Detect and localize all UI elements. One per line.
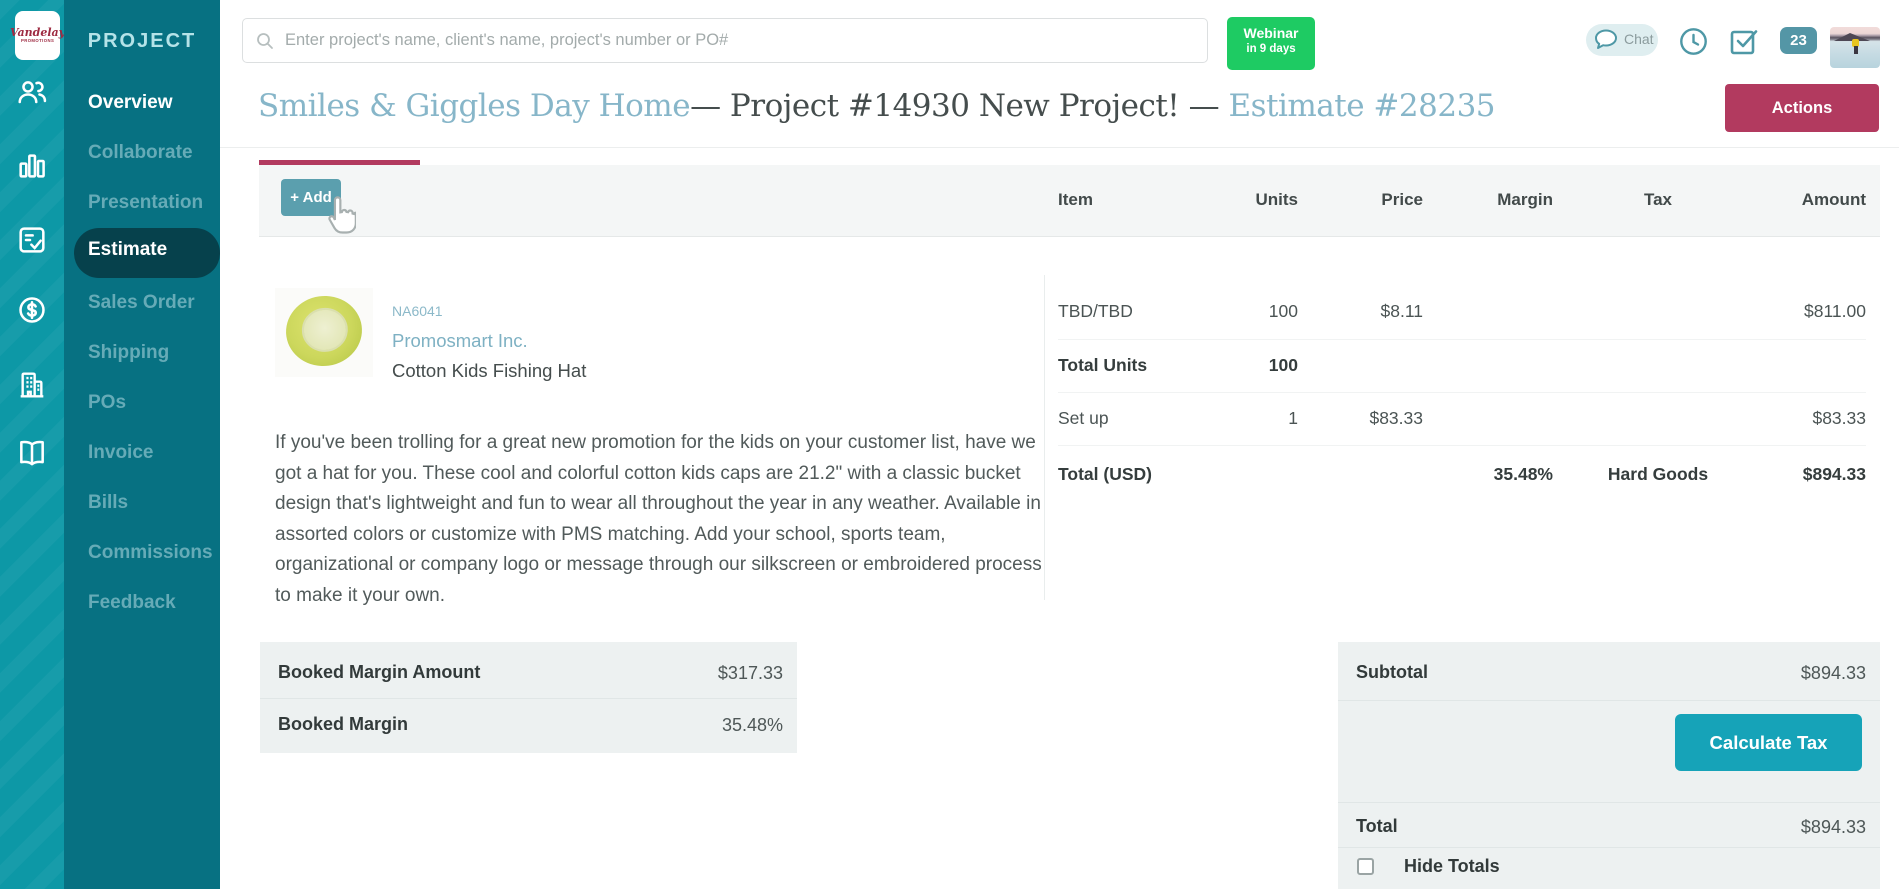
sidebar-item-commissions[interactable]: Commissions [88,538,218,568]
subtotal-value: $894.33 [1801,663,1866,684]
company-icon[interactable] [16,369,48,401]
product-hat-image [281,291,366,371]
li-amount: $811.00 [1748,301,1866,322]
li-units: 100 [1198,301,1298,322]
li-units: 100 [1198,355,1298,376]
col-header-margin: Margin [1431,190,1553,214]
header-divider [220,147,1899,148]
product-description[interactable]: If you've been trolling for a great new … [275,428,1060,611]
sidebar-item-estimate[interactable]: Estimate [74,228,220,278]
sidebar-item-overview[interactable]: Overview [88,88,218,118]
li-units: 1 [1198,408,1298,429]
calculate-tax-button[interactable]: Calculate Tax [1675,714,1862,771]
hide-totals-checkbox[interactable] [1357,858,1374,875]
dollar-icon[interactable] [16,294,48,326]
booked-margin-panel: Booked Margin Amount $317.33 Booked Marg… [260,642,797,753]
col-header-tax: Tax [1573,190,1743,214]
page-title: Smiles & Giggles Day Home— Project #1493… [258,88,1658,124]
sidebar-header: PROJECT [64,30,220,53]
line-item-row[interactable]: TBD/TBD 100 $8.11 $811.00 [1058,284,1866,340]
project-search [242,18,1208,63]
webinar-badge[interactable]: Webinar in 9 days [1227,17,1315,70]
li-amount: $894.33 [1748,464,1866,485]
panel-divider [260,698,797,699]
booked-margin-label: Booked Margin [278,714,408,735]
booked-margin-amount-value: $317.33 [718,663,783,684]
catalog-icon[interactable] [16,437,48,469]
panel-divider [1338,802,1880,803]
product-sku-link[interactable]: NA6041 [392,303,443,319]
totals-panel: Subtotal $894.33 Calculate Tax Total $89… [1338,642,1880,889]
vandelay-logo[interactable]: Vandelay PROMOTIONS [15,11,60,60]
total-value: $894.33 [1801,817,1866,838]
order-check-icon[interactable] [16,224,48,256]
panel-divider [1338,700,1880,701]
search-input[interactable] [285,20,1195,61]
chat-label: Chat [1624,31,1654,47]
avatar-person-legs [1854,46,1858,54]
product-name[interactable]: Cotton Kids Fishing Hat [392,360,586,382]
li-price: $8.11 [1313,301,1423,322]
webinar-line2: in 9 days [1227,42,1315,57]
column-divider [1044,275,1045,600]
col-header-price: Price [1313,190,1423,214]
sidebar-item-bills[interactable]: Bills [88,488,218,518]
app-icon-rail: Vandelay PROMOTIONS [0,0,64,889]
logo-name: Vandelay [10,27,65,38]
sidebar-item-invoice[interactable]: Invoice [88,438,218,468]
estimate-number-link[interactable]: Estimate #28235 [1228,88,1495,124]
tasks-icon[interactable] [1730,28,1758,55]
project-title-text: — Project #14930 New Project! — [690,88,1228,124]
users-icon[interactable] [16,76,48,108]
sidebar-item-collaborate[interactable]: Collaborate [88,138,218,168]
total-usd-row: Total (USD) 35.48% Hard Goods $894.33 [1058,446,1866,502]
chat-button[interactable]: Chat [1586,24,1658,56]
li-amount: $83.33 [1748,408,1866,429]
sidebar-item-sales-order[interactable]: Sales Order [88,288,218,318]
booked-margin-amount-label: Booked Margin Amount [278,662,480,683]
total-label: Total [1356,816,1398,837]
webinar-line1: Webinar [1227,25,1315,42]
product-supplier-link[interactable]: Promosmart Inc. [392,330,528,352]
li-tax: Hard Goods [1573,464,1743,485]
clock-icon[interactable] [1679,27,1708,56]
subtotal-label: Subtotal [1356,662,1428,683]
user-avatar[interactable] [1830,27,1880,68]
actions-button[interactable]: Actions [1725,84,1879,132]
project-sidebar: PROJECT Overview Collaborate Presentatio… [64,0,220,889]
sidebar-item-estimate-label: Estimate [88,239,167,261]
sidebar-item-pos[interactable]: POs [88,388,218,418]
li-price: $83.33 [1313,408,1423,429]
total-units-row: Total Units 100 [1058,340,1866,393]
notification-count-badge[interactable]: 23 [1780,27,1817,54]
li-item: Total (USD) [1058,464,1278,485]
col-header-amount: Amount [1748,190,1866,214]
sidebar-item-presentation[interactable]: Presentation [88,188,218,218]
add-item-button[interactable]: + Add [281,179,341,216]
panel-divider [1338,847,1880,848]
client-name-link[interactable]: Smiles & Giggles Day Home [258,88,690,124]
bar-chart-icon[interactable] [16,149,48,181]
sidebar-item-shipping[interactable]: Shipping [88,338,218,368]
setup-charge-row[interactable]: Set up 1 $83.33 $83.33 [1058,393,1866,446]
col-header-units: Units [1198,190,1298,214]
logo-tagline: PROMOTIONS [21,38,54,43]
product-thumbnail[interactable] [275,288,373,377]
hide-totals-label: Hide Totals [1404,856,1500,877]
search-icon [255,31,275,51]
chat-bubble-icon [1592,27,1620,53]
li-margin: 35.48% [1431,464,1553,485]
booked-margin-value: 35.48% [722,715,783,736]
sidebar-item-feedback[interactable]: Feedback [88,588,218,618]
